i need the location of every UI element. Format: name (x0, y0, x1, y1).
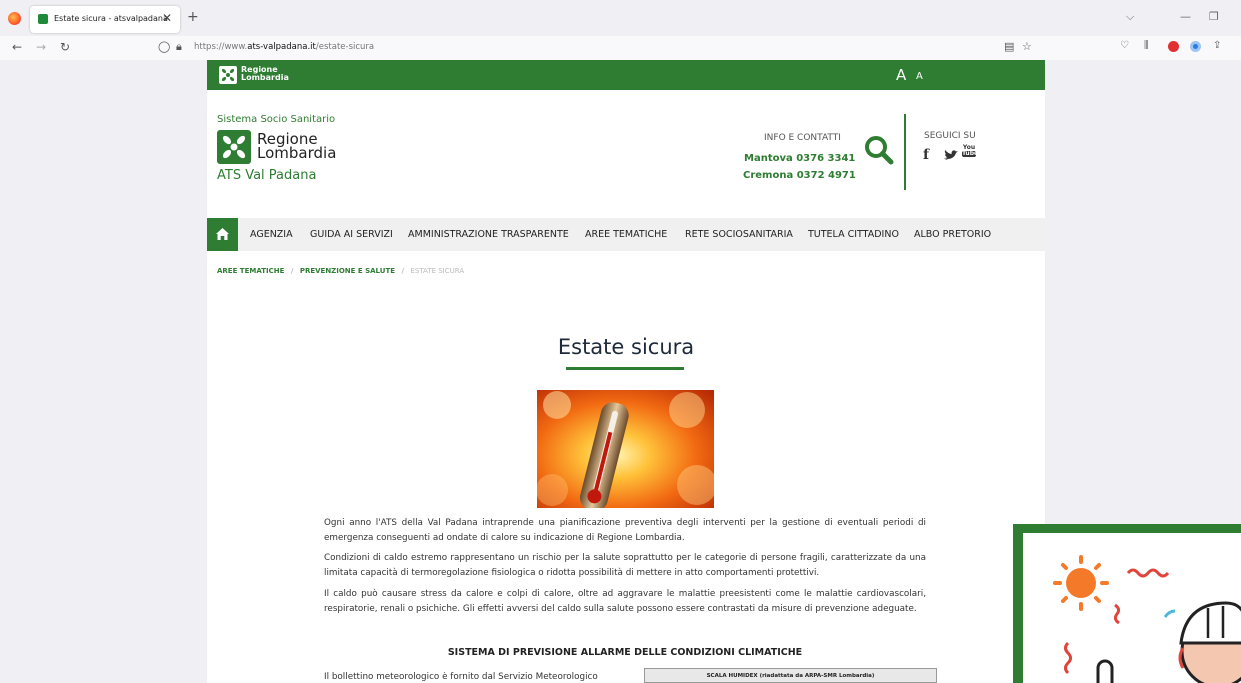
title-underline (566, 367, 684, 370)
pocket-icon[interactable]: ♡ (1120, 40, 1129, 51)
mantova-phone[interactable]: Mantova 0376 3341 (744, 153, 855, 164)
breadcrumb-separator: / (401, 267, 405, 275)
tab-title: Estate sicura - atsvalpadana (54, 14, 168, 23)
breadcrumb-separator: / (290, 267, 294, 275)
extension-icon[interactable] (1190, 41, 1201, 52)
side-illustration (1023, 533, 1241, 683)
site-favicon-icon (38, 14, 48, 24)
search-icon[interactable] (863, 134, 895, 166)
menu-item-agenzia[interactable]: AGENZIA (250, 229, 293, 240)
browser-navbar: ← → ↻ ◯ 🔒︎ https://www.ats-valpadana.it/… (0, 36, 1241, 60)
address-bar[interactable]: ◯ 🔒︎ https://www.ats-valpadana.it/estate… (152, 38, 1042, 58)
minimize-window-icon[interactable]: — (1180, 10, 1191, 23)
font-size-increase-button[interactable]: A (896, 66, 906, 84)
adblock-extension-icon[interactable] (1168, 41, 1179, 52)
restore-window-icon[interactable]: ❐ (1209, 10, 1219, 23)
regione-lombardia-logo[interactable] (217, 130, 251, 164)
twitter-icon[interactable] (943, 149, 959, 161)
system-label: Sistema Socio Sanitario (217, 114, 336, 125)
firefox-menu-icon[interactable] (8, 12, 21, 25)
url-text[interactable]: https://www.ats-valpadana.it/estate-sicu… (194, 42, 374, 52)
paragraph-intro: Ogni anno l'ATS della Val Padana intrapr… (324, 518, 926, 543)
font-size-decrease-button[interactable]: A (916, 71, 923, 82)
site-header: Sistema Socio Sanitario Regione Lombardi… (207, 90, 1045, 218)
breadcrumb-prevenzione-e-salute[interactable]: PREVENZIONE E SALUTE (300, 267, 395, 275)
list-tabs-icon[interactable]: ⌵ (1126, 10, 1134, 24)
breadcrumb-current: ESTATE SICURA (410, 267, 465, 275)
menu-item-guida-ai-servizi[interactable]: GUIDA AI SERVIZI (310, 229, 393, 240)
main-menu: AGENZIA GUIDA AI SERVIZI AMMINISTRAZIONE… (207, 218, 1045, 251)
library-icon[interactable]: ⫼ (1144, 40, 1149, 51)
humidex-caption: SCALA HUMIDEX (riadattata da ARPA-SMR Lo… (706, 673, 875, 679)
agency-name[interactable]: ATS Val Padana (217, 168, 316, 183)
section-heading: SISTEMA DI PREVISIONE ALLARME DELLE COND… (447, 647, 803, 658)
home-button[interactable] (207, 218, 238, 251)
menu-item-rete-sociosanitaria[interactable]: RETE SOCIOSANITARIA (685, 229, 793, 240)
bookmark-star-icon[interactable]: ☆ (1022, 40, 1032, 53)
youtube-icon-bottom: Tube (962, 150, 979, 157)
browser-tabbar: Estate sicura - atsvalpadana ✕ + ⌵ — ❐ (0, 0, 1241, 36)
paragraph-bulletin: Il bollettino meteorologico è fornito da… (324, 672, 598, 682)
lombardia-rose-icon (221, 68, 235, 82)
sun-icon (1053, 555, 1109, 611)
info-contacts-link[interactable]: INFO E CONTATTI (764, 133, 841, 143)
share-icon[interactable]: ⇪ (1213, 40, 1221, 51)
humidex-scale-table: SCALA HUMIDEX (riadattata da ARPA-SMR Lo… (644, 668, 937, 683)
home-icon (216, 228, 229, 240)
regione-lombardia-strip-logo[interactable] (219, 66, 237, 84)
browser-tab-active[interactable]: Estate sicura - atsvalpadana ✕ (30, 6, 180, 33)
breadcrumb: AREE TEMATICHE / PREVENZIONE E SALUTE / … (217, 267, 464, 275)
follow-us-label: SEGUICI SU (924, 131, 976, 141)
reload-button[interactable]: ↻ (60, 40, 70, 54)
reader-view-icon[interactable]: ▤ (1004, 40, 1014, 53)
facebook-icon[interactable]: f (923, 147, 929, 163)
website: Regione Lombardia A A Sistema Socio Sani… (207, 60, 1045, 683)
strip-logo-text: Regione Lombardia (241, 65, 289, 82)
region-name: Regione Lombardia (257, 132, 337, 162)
region-line-2: Lombardia (257, 144, 337, 162)
breadcrumb-aree-tematiche[interactable]: AREE TEMATICHE (217, 267, 284, 275)
heat-illustration-image (1053, 555, 1241, 683)
menu-item-aree-tematiche[interactable]: AREE TEMATICHE (585, 229, 667, 240)
hot-weather-thermometer-image (537, 390, 714, 508)
tracking-shield-icon[interactable]: ◯ (158, 40, 170, 53)
tab-close-icon[interactable]: ✕ (162, 11, 172, 25)
forward-button[interactable]: → (36, 40, 46, 54)
top-strip: Regione Lombardia A A (207, 60, 1045, 90)
lock-icon[interactable]: 🔒︎ (176, 40, 182, 54)
menu-item-albo-pretorio[interactable]: ALBO PRETORIO (914, 229, 991, 240)
back-button[interactable]: ← (12, 40, 22, 54)
menu-item-amministrazione-trasparente[interactable]: AMMINISTRAZIONE TRASPARENTE (408, 229, 569, 240)
lombardia-rose-icon (222, 135, 246, 159)
paragraph-risk: Condizioni di caldo estremo rappresentan… (324, 553, 926, 578)
paragraph-effects: Il caldo può causare stress da calore e … (324, 589, 926, 614)
new-tab-button[interactable]: + (187, 9, 199, 25)
header-divider (904, 114, 906, 190)
page-title: Estate sicura (557, 335, 695, 359)
side-illustration-frame (1013, 524, 1241, 683)
cremona-phone[interactable]: Cremona 0372 4971 (743, 170, 856, 181)
youtube-icon[interactable]: You Tube (962, 145, 979, 157)
menu-item-tutela-cittadino[interactable]: TUTELA CITTADINO (808, 229, 899, 240)
